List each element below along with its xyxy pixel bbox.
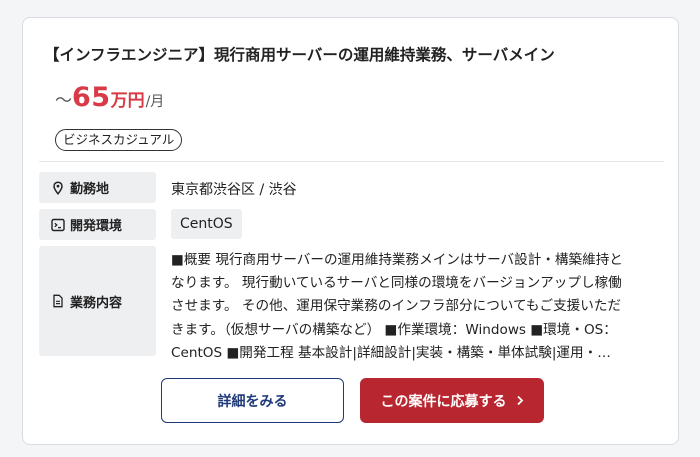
divider bbox=[39, 161, 664, 162]
description-line: きます。（仮想サーバの構築など） ■作業環境：Windows ■環境・OS： bbox=[171, 321, 617, 338]
salary: ～ 65 万円 /月 bbox=[55, 82, 164, 113]
environment-chip: CentOS bbox=[171, 209, 242, 239]
salary-unit: 万円 bbox=[110, 91, 145, 111]
job-title[interactable]: 【インフラエンジニア】現行商用サーバーの運用維持業務、サーバメイン bbox=[44, 43, 555, 65]
location-label-text: 勤務地 bbox=[70, 182, 110, 197]
salary-period: /月 bbox=[145, 94, 165, 110]
environment-label-text: 開発環境 bbox=[70, 219, 123, 234]
description-label-text: 業務内容 bbox=[70, 295, 123, 311]
description-text: ■概要 現行商用サーバーの運用維持業務メインはサーバ設計・構築維持と なります。… bbox=[171, 249, 663, 365]
description-line: させます。 その他、運用保守業務のインフラ部分についてもご支援いただ bbox=[171, 298, 622, 315]
location-value: 東京都渋谷区 / 渋谷 bbox=[171, 182, 297, 198]
description-line: CentOS ■開発工程 基本設計|詳細設計|実装・構築・単体試験|運用・… bbox=[171, 344, 611, 361]
salary-amount: 65 bbox=[72, 82, 111, 113]
description-label: 業務内容 bbox=[39, 246, 156, 356]
description-line: なります。 現行動いているサーバと同様の環境をバージョンアップし稼働 bbox=[171, 275, 622, 292]
view-details-button[interactable]: 詳細をみる bbox=[161, 378, 344, 423]
dress-code-tag: ビジネスカジュアル bbox=[55, 129, 183, 151]
document-icon bbox=[51, 294, 65, 308]
apply-label: この案件に応募する bbox=[380, 393, 507, 410]
location-label: 勤務地 bbox=[39, 172, 156, 203]
chevron-right-icon bbox=[516, 395, 524, 406]
apply-button[interactable]: この案件に応募する bbox=[360, 378, 544, 423]
map-pin-icon bbox=[51, 180, 65, 195]
terminal-icon bbox=[51, 218, 65, 232]
salary-prefix: ～ bbox=[55, 91, 72, 111]
description-line: ■概要 現行商用サーバーの運用維持業務メインはサーバ設計・構築維持と bbox=[171, 252, 623, 268]
view-details-label: 詳細をみる bbox=[217, 393, 288, 410]
environment-label: 開発環境 bbox=[39, 209, 156, 240]
job-card: 【インフラエンジニア】現行商用サーバーの運用維持業務、サーバメイン ～ 65 万… bbox=[22, 17, 679, 445]
